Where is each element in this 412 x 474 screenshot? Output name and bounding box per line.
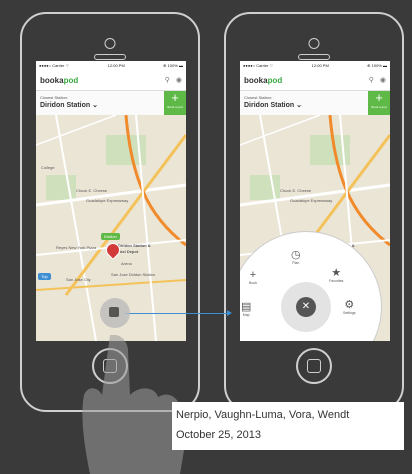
search-icon[interactable]: ⚲ <box>369 76 374 84</box>
battery-text: ⊕ 100% ▬ <box>163 63 183 68</box>
diridon-tag[interactable]: Diridon <box>101 233 120 240</box>
app-bar: bookapod ⚲ ◉ <box>240 70 390 91</box>
profile-icon[interactable]: ◉ <box>380 76 386 84</box>
logo: bookapod <box>244 75 283 85</box>
time-text: 12:00 PM <box>107 63 125 68</box>
map-icon: ▤ <box>241 301 252 313</box>
station-label: Closest Station: <box>40 95 69 100</box>
map-label-guadalupe: Guadalupe Expressway <box>86 198 129 203</box>
speaker <box>298 54 330 60</box>
map-label-arena: Arena <box>121 261 132 266</box>
camera <box>104 38 116 49</box>
map-label-chuck: Chuck E. Cheese <box>76 188 108 193</box>
map-label-taxi-depot: Taxi Depot <box>118 249 139 254</box>
status-bar: ●●●●○ Carrier ⌔ 12:00 PM ⊕ 100% ▬ <box>240 61 390 70</box>
menu-item-book[interactable]: + Book <box>249 269 257 286</box>
phone-right: ●●●●○ Carrier ⌔ 12:00 PM ⊕ 100% ▬ bookap… <box>224 12 404 412</box>
plus-icon: + <box>249 269 257 281</box>
map-label-chuck: Chuck E. Cheese <box>280 188 312 193</box>
station-name: Diridon Station ⌄ <box>40 102 98 109</box>
menu-item-favorites[interactable]: ★ Favorites <box>329 267 343 284</box>
map-label-trip: San Jose City <box>66 277 91 282</box>
book-pod-button[interactable]: + Book a pod <box>164 91 186 115</box>
menu-item-plan[interactable]: ◷ Plan <box>291 249 301 266</box>
book-pod-button[interactable]: + Book a pod <box>368 91 390 115</box>
trip-tag[interactable]: Trip <box>38 273 51 280</box>
station-label: Closest Station: <box>244 95 273 100</box>
app-screen-right: ●●●●○ Carrier ⌔ 12:00 PM ⊕ 100% ▬ bookap… <box>240 61 390 341</box>
map-label-pizza: Reyes New York Pizza <box>56 245 97 250</box>
station-bar[interactable]: Closest Station: Diridon Station ⌄ + Boo… <box>36 91 186 116</box>
touch-indicator[interactable] <box>100 298 130 328</box>
speaker <box>94 54 126 60</box>
gear-icon: ⚙ <box>344 299 355 311</box>
map-label-guadalupe: Guadalupe Expressway <box>290 198 333 203</box>
menu-trigger-icon <box>109 307 119 317</box>
logo: bookapod <box>40 75 79 85</box>
carrier-text: ●●●●○ Carrier ⌔ <box>39 62 70 68</box>
close-menu-button[interactable]: ✕ <box>296 297 316 317</box>
profile-icon[interactable]: ◉ <box>176 76 182 84</box>
station-name: Diridon Station ⌄ <box>244 102 302 109</box>
clock-icon: ◷ <box>291 249 301 261</box>
carrier-text: ●●●●○ Carrier ⌔ <box>243 62 274 68</box>
time-text: 12:00 PM <box>311 63 329 68</box>
plus-icon: + <box>375 90 383 105</box>
search-icon[interactable]: ⚲ <box>165 76 170 84</box>
home-button[interactable] <box>296 348 332 384</box>
camera <box>308 38 320 49</box>
map-label-diridon-station: Diridon Station & <box>118 243 151 248</box>
map-label-college: College <box>41 165 55 170</box>
plus-icon: + <box>171 90 179 105</box>
app-bar: bookapod ⚲ ◉ <box>36 70 186 91</box>
menu-item-map[interactable]: ▤ Map <box>241 301 252 318</box>
authors-text: Nerpio, Vaughn-Luma, Vora, Wendt <box>176 409 350 421</box>
status-bar: ●●●●○ Carrier ⌔ 12:00 PM ⊕ 100% ▬ <box>36 61 186 70</box>
transition-arrow <box>125 310 232 316</box>
battery-text: ⊕ 100% ▬ <box>367 63 387 68</box>
credit-box: Nerpio, Vaughn-Luma, Vora, Wendt October… <box>172 402 404 450</box>
star-icon: ★ <box>331 267 342 279</box>
map-label-san-jose: San Jose Diridon Station <box>111 272 156 277</box>
station-bar[interactable]: Closest Station: Diridon Station ⌄ + Boo… <box>240 91 390 116</box>
menu-item-settings[interactable]: ⚙ Settings <box>343 299 356 316</box>
date-text: October 25, 2013 <box>176 429 262 441</box>
